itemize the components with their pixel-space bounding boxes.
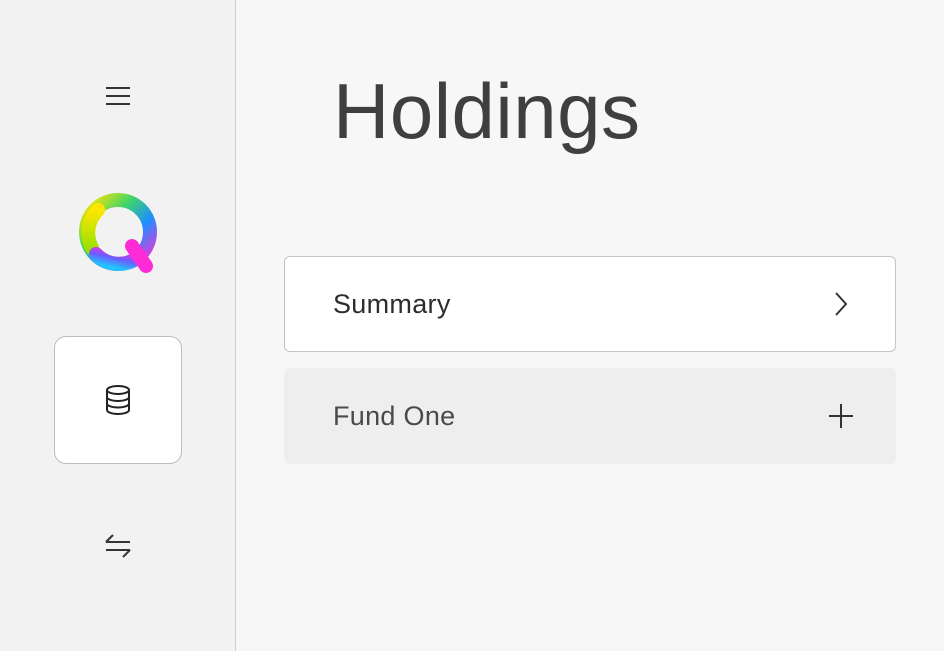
database-icon [106,385,130,415]
summary-row[interactable]: Summary [284,256,896,352]
sidebar [0,0,236,651]
nav-transfer-button[interactable] [100,528,136,564]
app: Holdings Summary Fund One [0,0,944,651]
app-logo[interactable] [76,190,160,274]
fund-one-row[interactable]: Fund One [284,368,896,464]
transfer-arrows-icon [105,534,131,558]
plus-icon[interactable] [827,402,855,430]
q-logo-icon [79,193,157,273]
page-title: Holdings [333,67,641,155]
chevron-right-icon [827,290,855,318]
summary-label: Summary [333,288,451,319]
nav-holdings-button[interactable] [54,336,182,464]
hamburger-menu-icon [106,87,130,105]
menu-button[interactable] [102,80,134,112]
fund-one-label: Fund One [333,400,456,431]
